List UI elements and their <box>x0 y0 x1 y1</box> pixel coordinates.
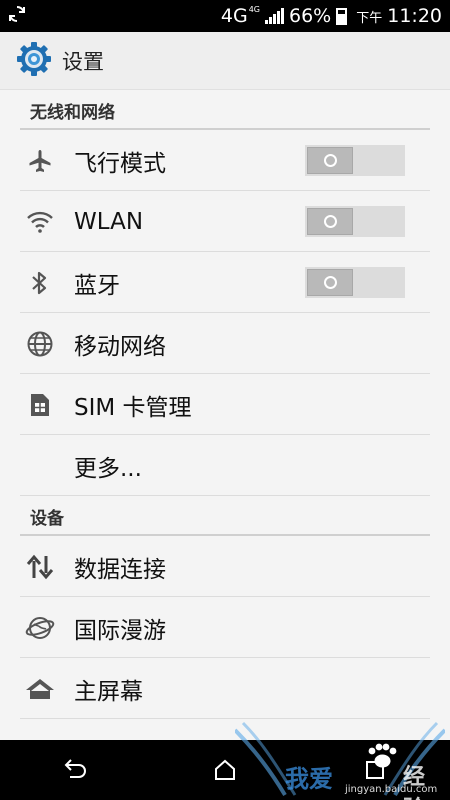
clock: 11:20 <box>387 5 442 27</box>
settings-item-more[interactable]: 更多... <box>0 435 450 496</box>
airplane-icon <box>0 148 74 174</box>
bluetooth-icon <box>0 269 74 297</box>
wlan-toggle[interactable] <box>305 206 405 237</box>
toggle-knob <box>307 208 353 235</box>
time-period: 下午 <box>356 10 383 26</box>
data-connection-label: 数据连接 <box>74 556 166 583</box>
settings-item-sim-management[interactable]: SIM 卡管理 <box>0 374 450 435</box>
airplane-mode-toggle[interactable] <box>305 145 405 176</box>
recent-apps-button[interactable] <box>345 740 405 800</box>
settings-item-mobile-network[interactable]: 移动网络 <box>0 313 450 374</box>
section-header-device: 设备 <box>0 496 450 536</box>
page-title: 设置 <box>62 49 104 74</box>
home-button[interactable] <box>195 740 255 800</box>
back-button[interactable] <box>45 740 105 800</box>
mobile-network-label: 移动网络 <box>74 333 166 360</box>
sync-icon <box>8 5 26 27</box>
settings-list: 无线和网络 飞行模式 WLAN 蓝牙 移动网络 SIM 卡管理 更多... 设备… <box>0 90 450 719</box>
international-roaming-label: 国际漫游 <box>74 617 166 644</box>
data-transfer-icon <box>0 554 74 580</box>
back-icon <box>64 759 86 778</box>
battery-percent: 66% <box>288 5 332 27</box>
settings-item-wlan[interactable]: WLAN <box>0 191 450 252</box>
sim-card-icon <box>0 392 74 418</box>
status-bar: 4G 4G 66% 下午 11:20 <box>0 0 450 32</box>
network-type: 4G 4G <box>220 4 260 28</box>
app-bar: 设置 <box>0 32 450 90</box>
home-nav-icon <box>215 759 235 780</box>
settings-item-airplane-mode[interactable]: 飞行模式 <box>0 130 450 191</box>
battery-icon <box>336 7 348 25</box>
navigation-bar <box>0 740 450 800</box>
settings-item-data-connection[interactable]: 数据连接 <box>0 536 450 597</box>
globe-icon <box>0 330 74 358</box>
more-label: 更多... <box>74 455 142 482</box>
toggle-knob <box>307 147 353 174</box>
settings-item-bluetooth[interactable]: 蓝牙 <box>0 252 450 313</box>
settings-item-international-roaming[interactable]: 国际漫游 <box>0 597 450 658</box>
signal-icon <box>264 8 284 24</box>
sim-management-label: SIM 卡管理 <box>74 394 192 421</box>
roaming-icon <box>0 614 74 642</box>
toggle-knob <box>307 269 353 296</box>
recent-apps-icon <box>366 761 384 779</box>
settings-gear-icon[interactable] <box>16 41 52 81</box>
section-header-wireless: 无线和网络 <box>0 90 450 130</box>
wifi-icon <box>0 210 74 234</box>
home-screen-label: 主屏幕 <box>74 678 143 705</box>
home-icon <box>0 677 74 701</box>
settings-item-home-screen[interactable]: 主屏幕 <box>0 658 450 719</box>
bluetooth-toggle[interactable] <box>305 267 405 298</box>
